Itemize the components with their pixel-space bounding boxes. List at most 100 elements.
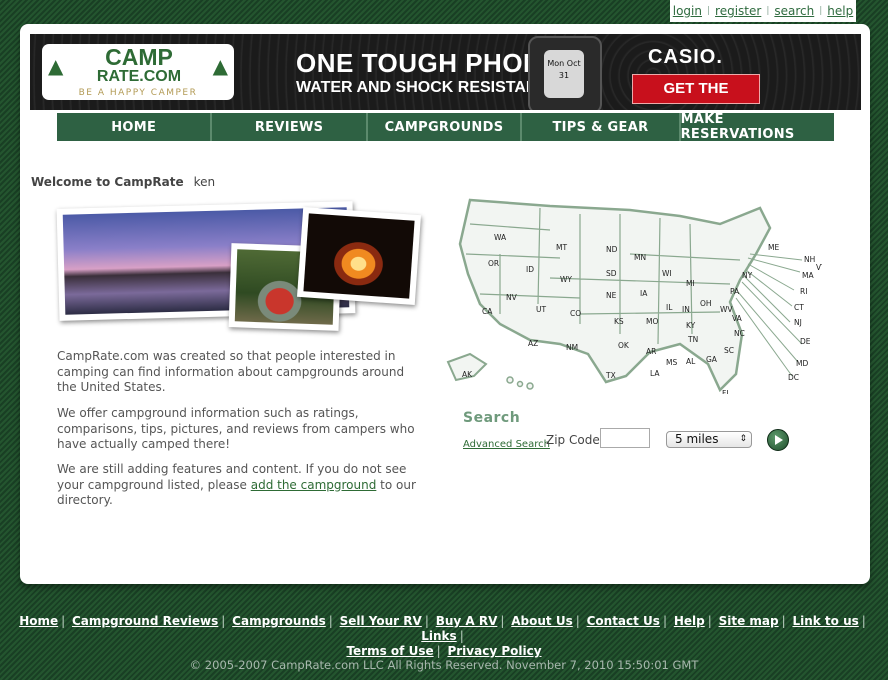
login-link[interactable]: login bbox=[673, 4, 702, 18]
camprate-logo[interactable]: ▲ ▲ CAMP RATE.COM BE A HAPPY CAMPER bbox=[42, 44, 234, 100]
phone-image[interactable]: Mon Oct 31 bbox=[528, 36, 602, 110]
search-go-button[interactable] bbox=[767, 429, 789, 451]
state-label: DC bbox=[788, 373, 799, 382]
state-label: CT bbox=[794, 303, 804, 312]
search-heading: Search bbox=[463, 410, 521, 426]
state-label: FL bbox=[722, 389, 731, 394]
footer-link-site-map[interactable]: Site map bbox=[719, 614, 779, 628]
zip-code-input[interactable] bbox=[600, 428, 650, 448]
logo-text-ratecom: RATE.COM bbox=[96, 68, 182, 85]
state-label: OH bbox=[700, 299, 712, 308]
search-link[interactable]: search bbox=[774, 4, 814, 18]
state-label: DE bbox=[800, 337, 811, 346]
footer-link-home[interactable]: Home bbox=[19, 614, 58, 628]
campfire-photo bbox=[297, 206, 421, 306]
footer-link-links[interactable]: Links bbox=[421, 629, 456, 643]
state-label: WA bbox=[494, 233, 507, 242]
state-label: NJ bbox=[794, 318, 802, 327]
separator: | bbox=[766, 6, 770, 16]
separator: | bbox=[819, 6, 823, 16]
welcome-label: Welcome to CampRate bbox=[31, 175, 184, 189]
state-label: SC bbox=[724, 346, 734, 355]
footer-links: Home | Campground Reviews | Campgrounds | S… bbox=[0, 614, 888, 659]
ad-headline[interactable]: ONE TOUGH PHONE bbox=[296, 48, 560, 79]
state-label: CO bbox=[570, 309, 581, 318]
footer-link-campgrounds[interactable]: Campgrounds bbox=[232, 614, 326, 628]
state-label: ID bbox=[526, 265, 534, 274]
get-details-button[interactable]: GET THE DETAILS bbox=[632, 74, 760, 110]
state-label: MA bbox=[802, 271, 814, 280]
welcome-message: Welcome to CampRate ken bbox=[31, 175, 215, 189]
state-label: WY bbox=[560, 275, 572, 284]
footer-link-terms[interactable]: Terms of Use bbox=[346, 644, 433, 658]
logo-text-camp: CAMP bbox=[105, 44, 173, 70]
distance-selected-value: 5 miles bbox=[675, 432, 719, 446]
state-label: IL bbox=[666, 303, 673, 312]
us-map-graphic: WA OR CA ID NV MT WY UT AZ CO NM ND SD N… bbox=[446, 198, 826, 402]
state-label: RI bbox=[800, 287, 807, 296]
state-label: NY bbox=[742, 271, 753, 280]
nav-campgrounds[interactable]: CAMPGROUNDS bbox=[368, 113, 523, 141]
state-label: AL bbox=[686, 357, 696, 366]
state-label: WI bbox=[662, 269, 672, 278]
footer-link-privacy[interactable]: Privacy Policy bbox=[447, 644, 541, 658]
state-label: IA bbox=[640, 289, 648, 298]
nav-tips-gear[interactable]: TIPS & GEAR bbox=[522, 113, 681, 141]
phone-screen: Mon Oct 31 bbox=[544, 50, 584, 98]
state-label: LA bbox=[650, 369, 660, 378]
nav-make-reservations[interactable]: MAKE RESERVATIONS bbox=[681, 112, 834, 142]
state-label: VT bbox=[816, 263, 822, 272]
distance-select[interactable]: 5 miles ⇕ bbox=[666, 431, 752, 448]
state-label: UT bbox=[536, 305, 546, 314]
main-panel: ▲ ▲ CAMP RATE.COM BE A HAPPY CAMPER ONE … bbox=[20, 24, 870, 584]
state-label: KY bbox=[686, 321, 696, 330]
state-label: CA bbox=[482, 307, 493, 316]
footer-link-link-to-us[interactable]: Link to us bbox=[792, 614, 858, 628]
state-label: NC bbox=[734, 329, 745, 338]
nav-home[interactable]: HOME bbox=[57, 113, 213, 141]
help-link[interactable]: help bbox=[827, 4, 853, 18]
state-label: IN bbox=[682, 305, 690, 314]
intro-paragraph-1: CampRate.com was created so that people … bbox=[57, 349, 405, 394]
state-label: SD bbox=[606, 269, 617, 278]
footer-link-help[interactable]: Help bbox=[674, 614, 705, 628]
footer-row-2: Terms of Use | Privacy Policy bbox=[346, 644, 542, 658]
footer-link-sell-rv[interactable]: Sell Your RV bbox=[340, 614, 422, 628]
footer-link-contact-us[interactable]: Contact Us bbox=[587, 614, 660, 628]
state-label: MN bbox=[634, 253, 646, 262]
advanced-search-link[interactable]: Advanced Search bbox=[463, 439, 550, 450]
state-label: ME bbox=[768, 243, 779, 252]
state-label: MO bbox=[646, 317, 658, 326]
state-label: MI bbox=[686, 279, 695, 288]
state-label: MD bbox=[796, 359, 808, 368]
state-label: VA bbox=[732, 314, 743, 323]
add-campground-link[interactable]: add the campground bbox=[251, 478, 377, 492]
state-label: TN bbox=[687, 335, 698, 344]
ad-brand-logo[interactable]: CASIO. bbox=[648, 46, 723, 69]
state-label: KS bbox=[614, 317, 624, 326]
us-states-map[interactable]: WA OR CA ID NV MT WY UT AZ CO NM ND SD N… bbox=[430, 194, 826, 402]
logo-tagline: BE A HAPPY CAMPER bbox=[78, 88, 198, 98]
footer-link-campground-reviews[interactable]: Campground Reviews bbox=[72, 614, 218, 628]
main-nav: HOME REVIEWS CAMPGROUNDS TIPS & GEAR MAK… bbox=[57, 112, 834, 142]
photo-collage bbox=[54, 197, 430, 337]
pine-trees-icon: ▲ bbox=[48, 54, 64, 78]
copyright-notice: © 2005-2007 CampRate.com LLC All Rights … bbox=[189, 658, 699, 672]
intro-paragraph-2: We offer campground information such as … bbox=[57, 406, 415, 451]
state-label: AK bbox=[462, 370, 473, 379]
state-label: NM bbox=[566, 343, 578, 352]
nav-reviews[interactable]: REVIEWS bbox=[212, 113, 368, 141]
ad-subline[interactable]: WATER AND SHOCK RESISTANT bbox=[296, 79, 547, 97]
state-label: GA bbox=[706, 355, 718, 364]
state-label: AR bbox=[646, 347, 656, 356]
separator: | bbox=[706, 6, 711, 16]
register-link[interactable]: register bbox=[715, 4, 761, 18]
select-arrows-icon: ⇕ bbox=[739, 434, 747, 444]
footer-link-about-us[interactable]: About Us bbox=[511, 614, 572, 628]
zip-code-label: Zip Code: bbox=[546, 433, 604, 447]
pine-trees-icon: ▲ bbox=[212, 54, 228, 78]
state-label: TX bbox=[605, 371, 616, 380]
footer-link-buy-rv[interactable]: Buy A RV bbox=[436, 614, 498, 628]
header-banner: ▲ ▲ CAMP RATE.COM BE A HAPPY CAMPER ONE … bbox=[30, 34, 861, 110]
state-label: MS bbox=[666, 358, 677, 367]
